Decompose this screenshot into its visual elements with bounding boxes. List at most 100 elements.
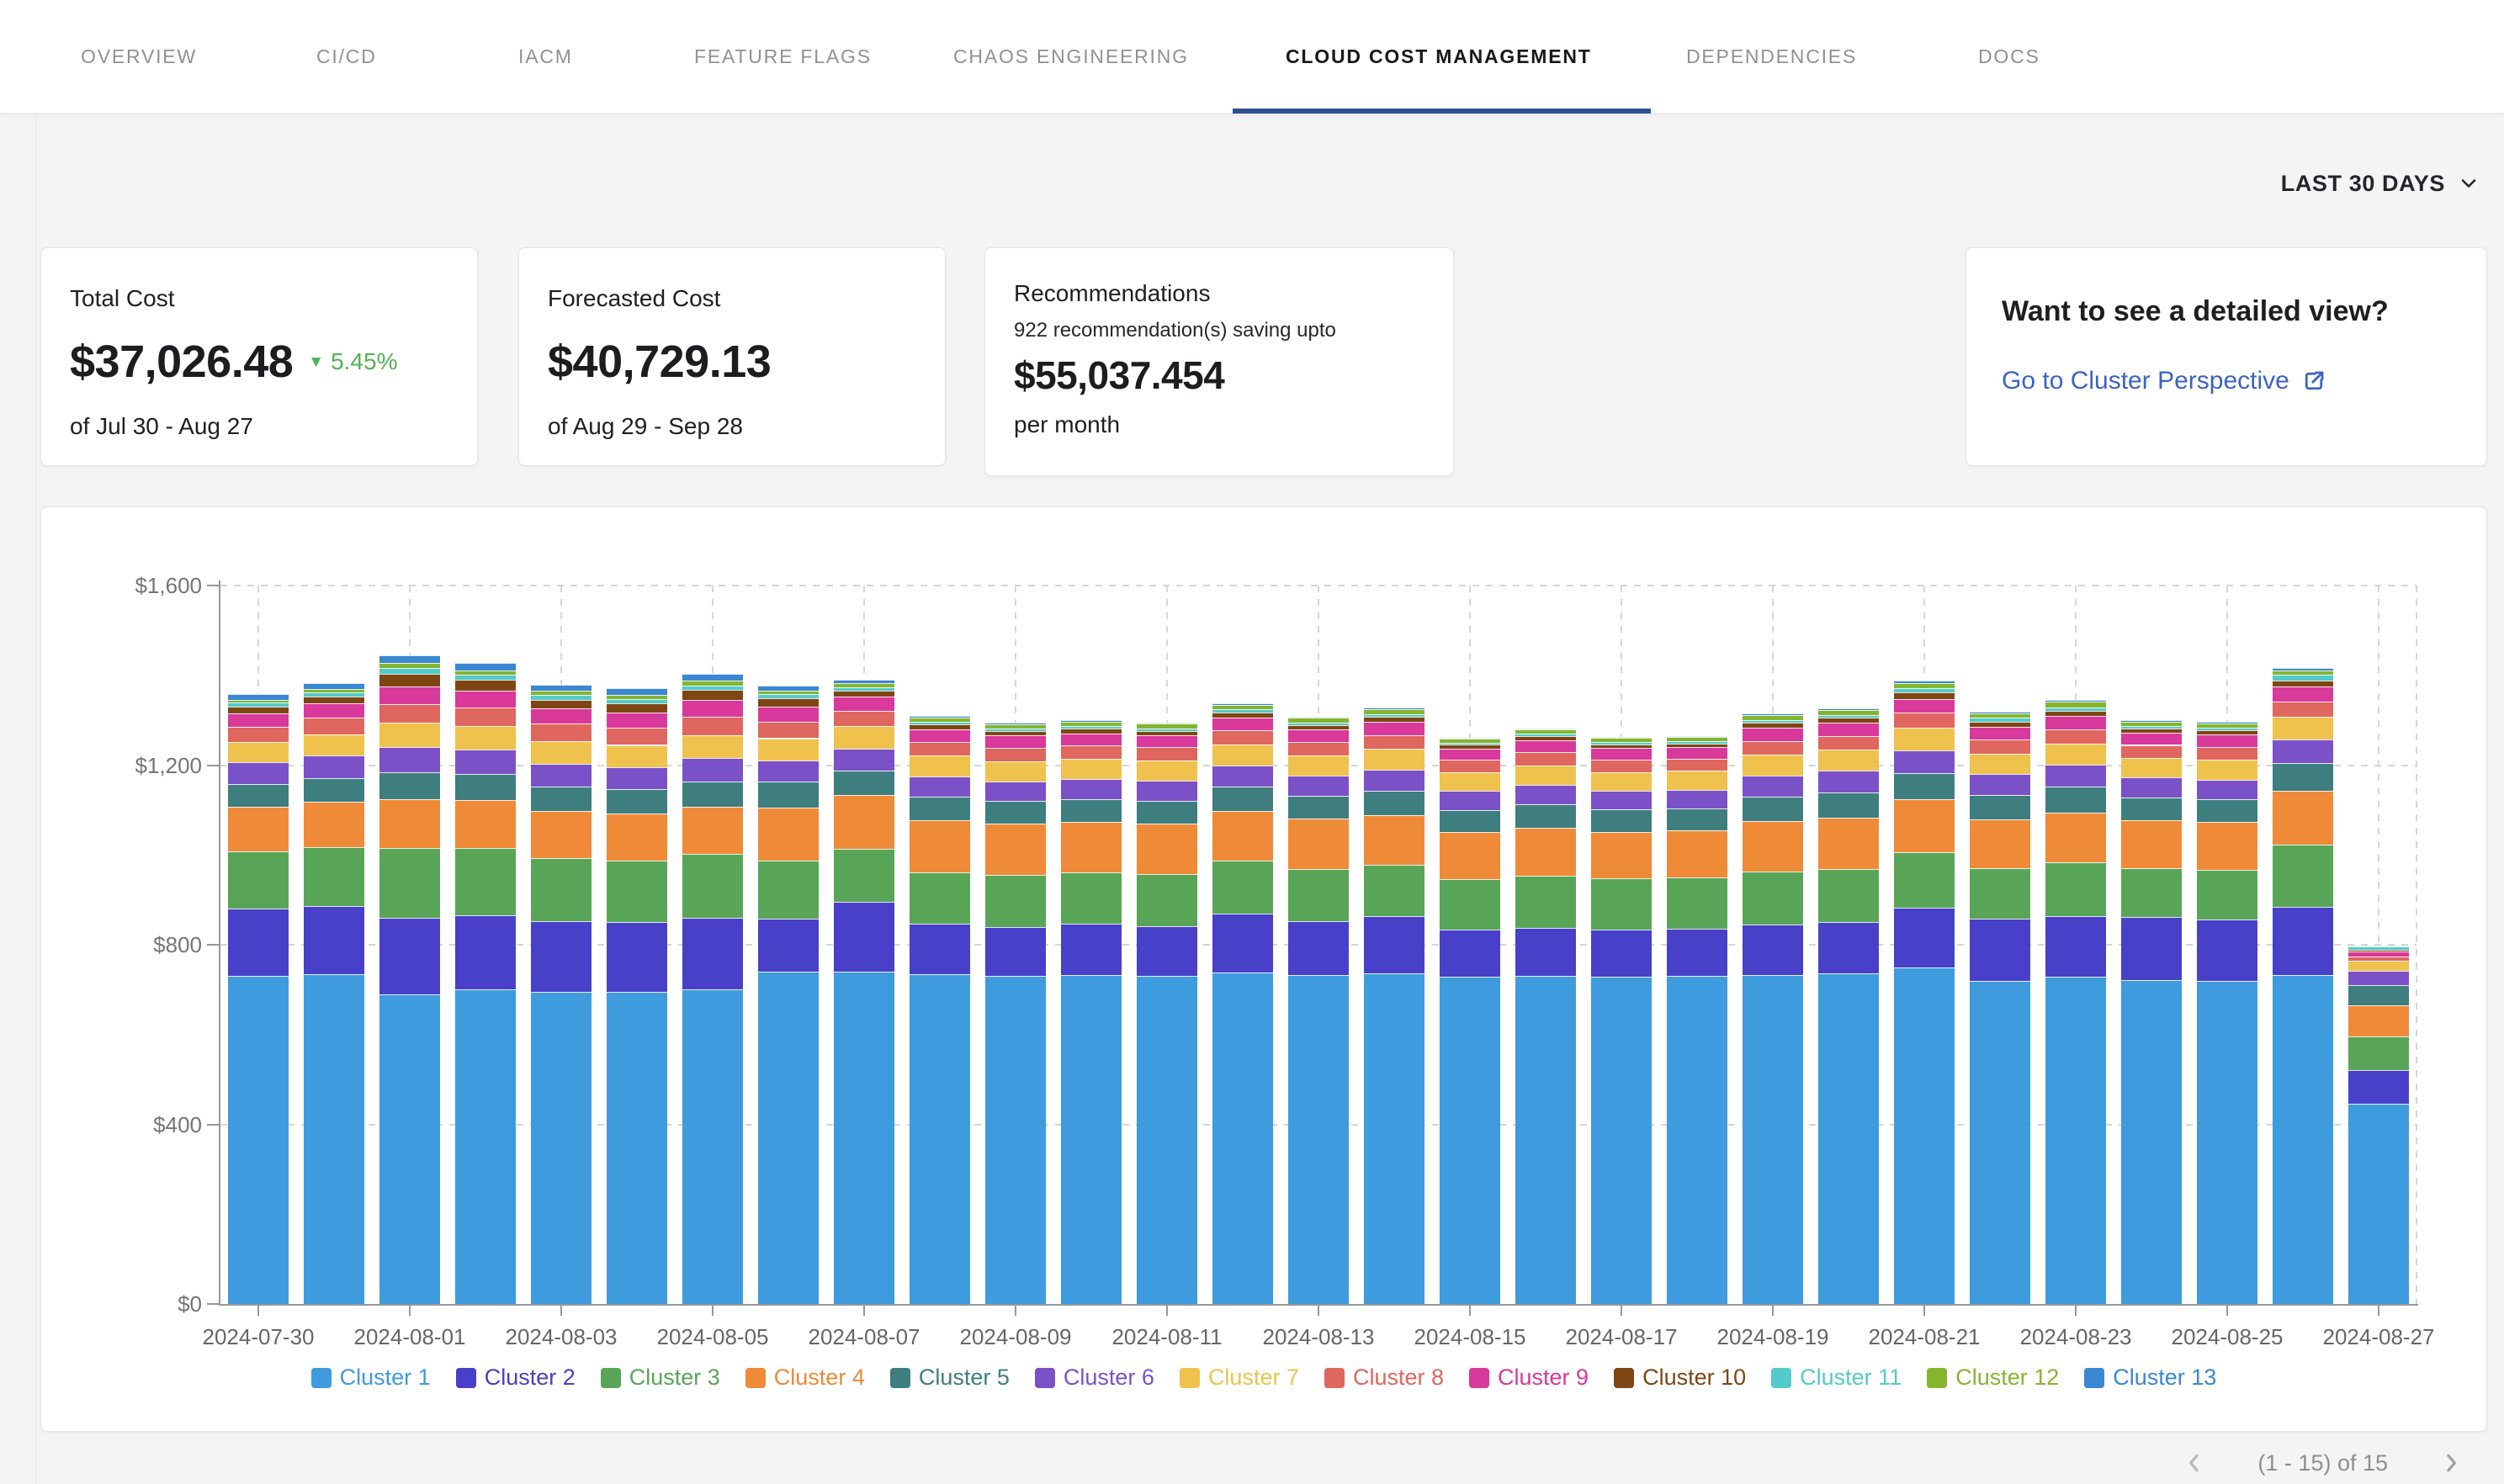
bar-segment-cluster-2-2024-08-26[interactable] (2273, 907, 2333, 975)
bar-segment-cluster-2-2024-08-27[interactable] (2348, 1070, 2409, 1104)
bar-segment-cluster-5-2024-07-31[interactable] (304, 778, 364, 802)
bar-segment-cluster-7-2024-07-30[interactable] (228, 742, 289, 762)
legend-item-cluster-2[interactable]: Cluster 2 (456, 1365, 576, 1391)
bar-segment-cluster-9-2024-08-26[interactable] (2273, 686, 2333, 702)
bar-segment-cluster-10-2024-08-23[interactable] (2045, 711, 2106, 716)
bar-segment-cluster-13-2024-07-31[interactable] (304, 683, 364, 689)
bar-segment-cluster-11-2024-08-03[interactable] (531, 695, 592, 699)
bar-segment-cluster-6-2024-08-16[interactable] (1515, 785, 1576, 804)
bar-segment-cluster-6-2024-08-23[interactable] (2045, 765, 2106, 787)
bar-segment-cluster-5-2024-08-04[interactable] (607, 789, 667, 814)
bar-segment-cluster-10-2024-08-06[interactable] (758, 698, 819, 707)
bar-segment-cluster-9-2024-08-17[interactable] (1591, 748, 1652, 759)
bar-segment-cluster-7-2024-07-31[interactable] (304, 734, 364, 755)
bar-segment-cluster-5-2024-08-16[interactable] (1515, 804, 1576, 827)
bar-segment-cluster-9-2024-08-10[interactable] (1061, 734, 1122, 745)
bar-segment-cluster-3-2024-07-31[interactable] (304, 847, 364, 905)
bar-segment-cluster-2-2024-08-04[interactable] (607, 922, 667, 992)
bar-segment-cluster-4-2024-08-13[interactable] (1288, 819, 1349, 869)
bar-segment-cluster-1-2024-08-21[interactable] (1894, 967, 1955, 1304)
bar-segment-cluster-11-2024-08-07[interactable] (834, 687, 894, 691)
bar-segment-cluster-7-2024-08-25[interactable] (2197, 760, 2257, 779)
bar-segment-cluster-4-2024-08-15[interactable] (1440, 832, 1500, 879)
bar-segment-cluster-4-2024-08-16[interactable] (1515, 828, 1576, 876)
bar-segment-cluster-12-2024-07-31[interactable] (304, 689, 364, 692)
bar-segment-cluster-11-2024-08-10[interactable] (1061, 726, 1122, 729)
bar-segment-cluster-3-2024-08-07[interactable] (834, 849, 894, 902)
bar-segment-cluster-4-2024-08-18[interactable] (1667, 830, 1727, 877)
bar-segment-cluster-6-2024-08-02[interactable] (455, 750, 516, 773)
tab-chaos-engineering[interactable]: CHAOS ENGINEERING (953, 0, 1189, 114)
bar-segment-cluster-4-2024-08-06[interactable] (758, 808, 819, 861)
bar-segment-cluster-5-2024-08-23[interactable] (2045, 787, 2106, 812)
bar-segment-cluster-11-2024-08-18[interactable] (1667, 741, 1727, 744)
bar-segment-cluster-2-2024-08-02[interactable] (455, 915, 516, 989)
bar-segment-cluster-1-2024-08-09[interactable] (985, 976, 1046, 1304)
bar-segment-cluster-3-2024-08-25[interactable] (2197, 870, 2257, 920)
bar-segment-cluster-12-2024-08-05[interactable] (682, 681, 743, 685)
bar-segment-cluster-3-2024-08-09[interactable] (985, 875, 1046, 927)
bar-segment-cluster-10-2024-08-04[interactable] (607, 703, 667, 713)
bar-segment-cluster-4-2024-08-04[interactable] (607, 814, 667, 861)
bar-segment-cluster-5-2024-08-13[interactable] (1288, 796, 1349, 819)
bar-segment-cluster-6-2024-07-31[interactable] (304, 755, 364, 778)
bar-segment-cluster-1-2024-08-08[interactable] (910, 974, 970, 1304)
bar-segment-cluster-4-2024-08-05[interactable] (682, 807, 743, 855)
bar-segment-cluster-7-2024-08-11[interactable] (1137, 761, 1197, 781)
bar-segment-cluster-5-2024-08-08[interactable] (910, 797, 970, 819)
bar-segment-cluster-10-2024-07-31[interactable] (304, 697, 364, 704)
bar-segment-cluster-7-2024-08-24[interactable] (2121, 758, 2182, 777)
bar-segment-cluster-2-2024-08-20[interactable] (1818, 922, 1879, 973)
bar-segment-cluster-10-2024-08-11[interactable] (1137, 731, 1197, 735)
bar-segment-cluster-5-2024-07-30[interactable] (228, 784, 289, 807)
bar-segment-cluster-7-2024-08-03[interactable] (531, 741, 592, 764)
bar-segment-cluster-11-2024-08-14[interactable] (1364, 714, 1424, 718)
bar-segment-cluster-2-2024-08-05[interactable] (682, 918, 743, 989)
bar-segment-cluster-12-2024-08-08[interactable] (910, 718, 970, 722)
bar-segment-cluster-4-2024-08-01[interactable] (379, 799, 440, 849)
bar-segment-cluster-10-2024-08-19[interactable] (1743, 723, 1803, 728)
legend-item-cluster-3[interactable]: Cluster 3 (601, 1365, 720, 1391)
bar-segment-cluster-6-2024-08-21[interactable] (1894, 750, 1955, 773)
bar-segment-cluster-1-2024-08-05[interactable] (682, 989, 743, 1304)
bar-segment-cluster-5-2024-08-02[interactable] (455, 774, 516, 800)
bar-segment-cluster-3-2024-08-08[interactable] (910, 872, 970, 924)
bar-segment-cluster-5-2024-08-24[interactable] (2121, 798, 2182, 820)
bar-segment-cluster-13-2024-08-18[interactable] (1667, 736, 1727, 737)
bar-segment-cluster-4-2024-08-25[interactable] (2197, 822, 2257, 870)
bar-segment-cluster-5-2024-08-01[interactable] (379, 772, 440, 799)
bar-segment-cluster-13-2024-08-02[interactable] (455, 663, 516, 670)
bar-segment-cluster-8-2024-08-11[interactable] (1137, 747, 1197, 761)
bar-segment-cluster-6-2024-08-27[interactable] (2348, 971, 2409, 985)
bar-segment-cluster-12-2024-08-19[interactable] (1743, 715, 1803, 719)
bar-segment-cluster-5-2024-08-20[interactable] (1818, 792, 1879, 818)
legend-item-cluster-10[interactable]: Cluster 10 (1614, 1365, 1746, 1391)
tab-docs[interactable]: DOCS (1978, 0, 2040, 114)
bar-segment-cluster-13-2024-08-22[interactable] (1970, 712, 2030, 713)
bar-segment-cluster-13-2024-08-11[interactable] (1137, 723, 1197, 724)
bar-segment-cluster-3-2024-08-19[interactable] (1743, 872, 1803, 925)
bar-segment-cluster-5-2024-08-19[interactable] (1743, 797, 1803, 821)
bar-segment-cluster-8-2024-08-15[interactable] (1440, 760, 1500, 772)
bar-segment-cluster-1-2024-08-10[interactable] (1061, 975, 1122, 1304)
bar-segment-cluster-5-2024-08-17[interactable] (1591, 809, 1652, 831)
bar-segment-cluster-8-2024-08-20[interactable] (1818, 736, 1879, 750)
bar-segment-cluster-11-2024-08-25[interactable] (2197, 728, 2257, 731)
bar-segment-cluster-2-2024-08-25[interactable] (2197, 920, 2257, 981)
bar-segment-cluster-4-2024-08-23[interactable] (2045, 813, 2106, 863)
bar-segment-cluster-4-2024-08-11[interactable] (1137, 824, 1197, 874)
bar-segment-cluster-5-2024-08-26[interactable] (2273, 763, 2333, 791)
bar-segment-cluster-10-2024-08-02[interactable] (455, 680, 516, 691)
bar-segment-cluster-6-2024-08-15[interactable] (1440, 791, 1500, 809)
bar-segment-cluster-13-2024-08-09[interactable] (985, 723, 1046, 724)
bar-segment-cluster-8-2024-08-12[interactable] (1212, 730, 1273, 745)
bar-segment-cluster-6-2024-08-07[interactable] (834, 749, 894, 771)
bar-segment-cluster-2-2024-08-23[interactable] (2045, 916, 2106, 977)
tab-iacm[interactable]: IACM (518, 0, 573, 114)
bar-segment-cluster-1-2024-08-15[interactable] (1440, 977, 1500, 1304)
bar-segment-cluster-11-2024-08-27[interactable] (2348, 946, 2409, 950)
bar-segment-cluster-9-2024-08-03[interactable] (531, 708, 592, 723)
bar-segment-cluster-10-2024-08-25[interactable] (2197, 730, 2257, 734)
bar-segment-cluster-12-2024-08-26[interactable] (2273, 670, 2333, 675)
bar-segment-cluster-7-2024-08-17[interactable] (1591, 772, 1652, 791)
